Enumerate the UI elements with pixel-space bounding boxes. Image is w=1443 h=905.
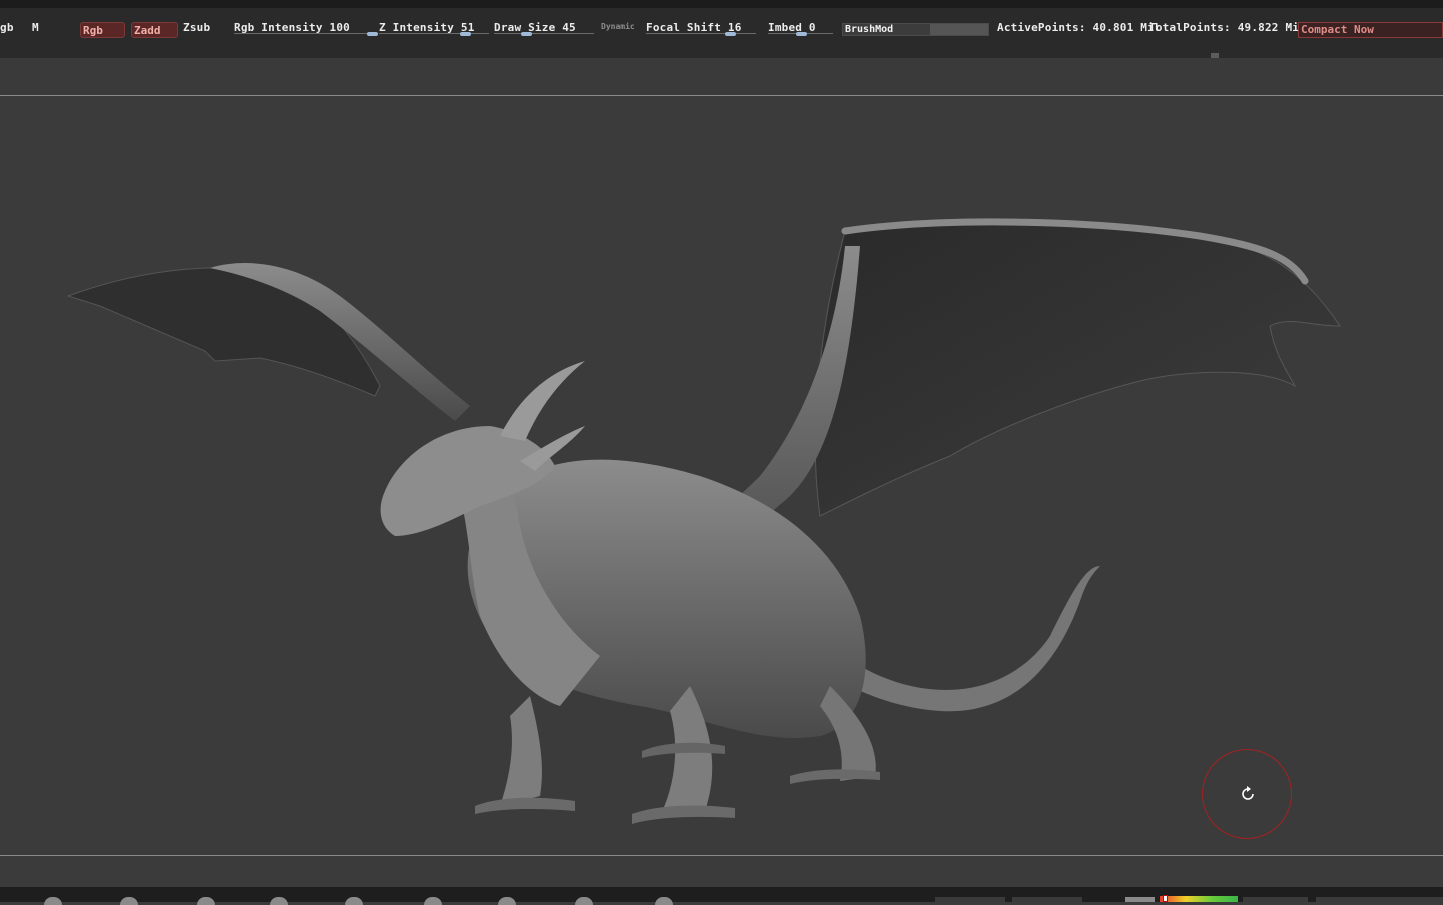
material-swatch[interactable]: [935, 897, 1005, 902]
swatch-secondary[interactable]: [1125, 897, 1155, 902]
focal-shift-slider[interactable]: [646, 33, 756, 34]
top-toolbar: gb M Rgb Zadd Zsub Rgb Intensity 100 Z I…: [0, 8, 1443, 60]
z-intensity-knob[interactable]: [460, 32, 471, 36]
brushmod-slider[interactable]: BrushMod: [842, 23, 989, 36]
rotate-gizmo[interactable]: [1202, 749, 1292, 839]
brush-thumb[interactable]: [498, 897, 516, 905]
dragon-model[interactable]: [0, 96, 1443, 855]
color-swatch-secondary[interactable]: [1243, 897, 1308, 902]
brush-thumb[interactable]: [44, 897, 62, 905]
brush-thumb[interactable]: [424, 897, 442, 905]
texture-swatch[interactable]: [1012, 897, 1082, 902]
m-button[interactable]: M: [32, 21, 39, 34]
brushmod-label: BrushMod: [845, 24, 894, 35]
document-canvas[interactable]: [0, 96, 1443, 855]
zadd-button[interactable]: Zadd: [131, 22, 178, 38]
draw-size-slider[interactable]: [494, 33, 594, 34]
brush-thumb[interactable]: [575, 897, 593, 905]
zsub-button[interactable]: Zsub: [183, 21, 210, 34]
imbed-knob[interactable]: [796, 32, 807, 36]
total-points-readout: TotalPoints: 49.822 Mil: [1149, 21, 1306, 34]
z-intensity-slider[interactable]: [379, 33, 489, 34]
toolbar-spacer: [0, 58, 1443, 95]
brush-thumb[interactable]: [655, 897, 673, 905]
color-picker-bar[interactable]: [1160, 896, 1238, 902]
rgb-intensity-knob[interactable]: [367, 32, 378, 36]
active-points-readout: ActivePoints: 40.801 Mil: [997, 21, 1161, 34]
brush-thumb[interactable]: [345, 897, 363, 905]
focal-shift-knob[interactable]: [725, 32, 736, 36]
title-strip: [0, 0, 1443, 8]
draw-size-knob[interactable]: [521, 32, 532, 36]
color-picker-marker[interactable]: [1163, 895, 1168, 902]
rgb-intensity-slider[interactable]: [234, 33, 369, 34]
rgb-edge-button[interactable]: gb: [0, 21, 14, 34]
rotate-icon[interactable]: [1239, 785, 1257, 803]
brush-thumb[interactable]: [197, 897, 215, 905]
shelf-right-panel[interactable]: [1316, 897, 1443, 902]
compact-now-button[interactable]: Compact Now: [1298, 22, 1443, 38]
canvas-bottom-edge: [0, 855, 1443, 856]
dynamic-toggle[interactable]: Dynamic: [601, 22, 635, 31]
brush-thumb[interactable]: [270, 897, 288, 905]
brush-thumb[interactable]: [120, 897, 138, 905]
rgb-button[interactable]: Rgb: [80, 22, 125, 38]
